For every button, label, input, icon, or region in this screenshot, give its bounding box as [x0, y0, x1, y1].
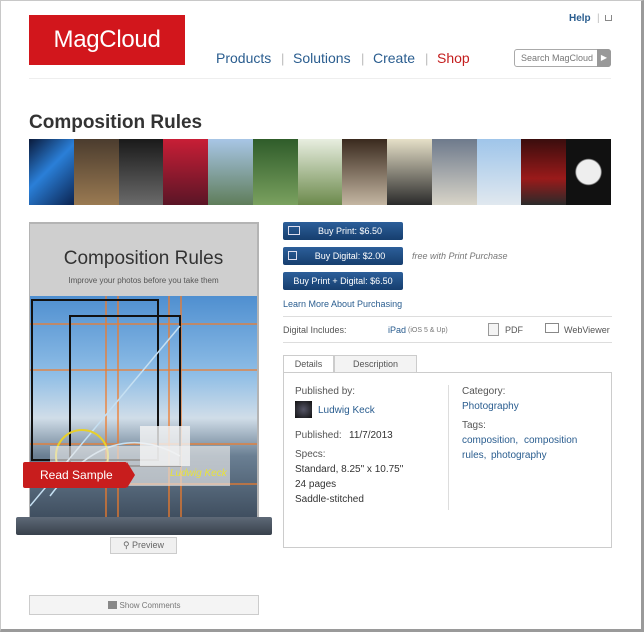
banner-image	[29, 139, 611, 205]
magcloud-logo[interactable]: MagCloud	[29, 15, 185, 65]
webviewer-label: WebViewer	[564, 325, 610, 335]
nav-shop[interactable]: Shop	[437, 50, 470, 66]
specs-pages: 24 pages	[295, 479, 337, 490]
published-by-label: Published by:	[295, 386, 356, 397]
page-title: Composition Rules	[29, 112, 203, 133]
show-comments-button[interactable]: Show Comments	[29, 595, 259, 615]
show-comments-label: Show Comments	[119, 601, 181, 610]
pdf-label: PDF	[505, 325, 523, 335]
nav-solutions[interactable]: Solutions	[293, 50, 351, 66]
divider	[283, 316, 612, 317]
nav-products[interactable]: Products	[216, 50, 271, 66]
published-label: Published:	[295, 430, 342, 441]
category-label: Category:	[462, 386, 506, 397]
nav-separator: |	[281, 51, 285, 66]
tag-link[interactable]: rules,	[462, 450, 486, 461]
buy-print-button[interactable]: Buy Print: $6.50	[283, 222, 403, 240]
author-link[interactable]: Ludwig Keck	[318, 405, 375, 416]
buy-digital-label: Buy Digital: $2.00	[314, 251, 386, 261]
ipad-note: (iOS 5 & Up)	[408, 327, 448, 334]
cart-icon[interactable]	[605, 15, 612, 21]
buy-print-label: Buy Print: $6.50	[317, 226, 383, 236]
help-link[interactable]: Help	[569, 13, 591, 24]
read-sample-button[interactable]: Read Sample	[23, 462, 135, 488]
learn-more-link[interactable]: Learn More About Purchasing	[283, 299, 402, 309]
author-avatar[interactable]	[295, 401, 312, 418]
ipad-label: iPad	[388, 325, 407, 335]
pdf-icon	[488, 323, 499, 336]
cover-subtitle: Improve your photos before you take them	[68, 276, 219, 285]
book-stand	[16, 517, 272, 535]
buy-digital-button[interactable]: Buy Digital: $2.00	[283, 247, 403, 265]
monitor-icon	[545, 323, 559, 333]
free-note: free with Print Purchase	[412, 251, 508, 261]
tags-label: Tags:	[462, 420, 486, 431]
divider	[283, 342, 612, 343]
category-link[interactable]: Photography	[462, 401, 519, 412]
buy-both-label: Buy Print + Digital: $6.50	[293, 276, 393, 286]
tab-details[interactable]: Details	[283, 355, 334, 373]
specs-label: Specs:	[295, 449, 326, 460]
buy-print-digital-button[interactable]: Buy Print + Digital: $6.50	[283, 272, 403, 290]
magnifier-icon: ⚲	[122, 540, 133, 550]
cover-signature: Ludwig Keck	[170, 468, 227, 479]
tab-description[interactable]: Description	[334, 355, 417, 373]
specs-size: Standard, 8.25" x 10.75"	[295, 464, 404, 475]
nav-create[interactable]: Create	[373, 50, 415, 66]
header-divider	[29, 78, 611, 79]
header-separator: |	[597, 13, 600, 24]
tag-link[interactable]: photography	[491, 450, 547, 461]
tablet-icon	[288, 251, 297, 260]
published-date: 11/7/2013	[349, 430, 393, 441]
preview-label: Preview	[132, 540, 165, 550]
panel-divider	[448, 385, 449, 510]
book-icon	[288, 226, 300, 235]
search-button[interactable]: ▶	[597, 49, 611, 67]
nav-separator: |	[425, 51, 429, 66]
tag-link[interactable]: composition,	[462, 435, 518, 446]
comment-icon	[107, 601, 117, 609]
nav-separator: |	[361, 51, 365, 66]
tag-link[interactable]: composition	[524, 435, 577, 446]
specs-binding: Saddle-stitched	[295, 494, 364, 505]
preview-button[interactable]: ⚲ Preview	[110, 537, 177, 554]
digital-includes-label: Digital Includes:	[283, 325, 347, 335]
cover-title: Composition Rules	[63, 248, 224, 269]
